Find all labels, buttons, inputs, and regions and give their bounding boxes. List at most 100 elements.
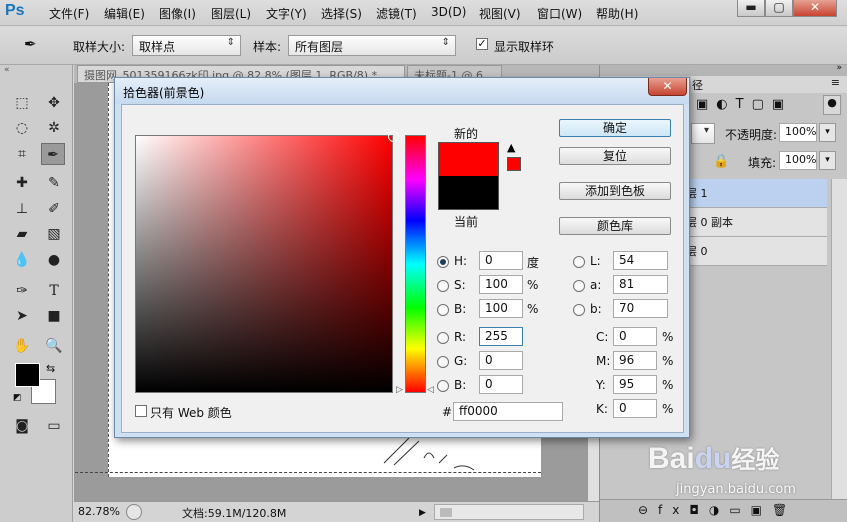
hex-input[interactable]: ff0000 xyxy=(453,402,563,421)
dodge-tool-icon[interactable]: ● xyxy=(42,249,66,271)
b-input[interactable]: 100 xyxy=(479,299,523,318)
current-color-swatch[interactable] xyxy=(438,176,499,210)
lock-icon[interactable]: 🔒 xyxy=(713,154,729,169)
radio-g[interactable] xyxy=(437,356,449,368)
reset-button[interactable]: 复位 xyxy=(559,147,671,165)
menu-edit[interactable]: 编辑(E) xyxy=(104,5,145,22)
clone-stamp-tool-icon[interactable]: ⊥ xyxy=(10,198,34,220)
menu-view[interactable]: 视图(V) xyxy=(479,5,521,22)
g-input[interactable]: 0 xyxy=(479,351,523,370)
menu-help[interactable]: 帮助(H) xyxy=(596,5,638,22)
magic-wand-tool-icon[interactable]: ✲ xyxy=(42,117,66,139)
history-brush-tool-icon[interactable]: ✐ xyxy=(42,198,66,220)
eyedropper-icon[interactable]: ✒ xyxy=(24,35,44,55)
sample-select[interactable]: 所有图层 ⇕ xyxy=(288,35,456,56)
color-field[interactable] xyxy=(135,131,399,393)
color-libraries-button[interactable]: 颜色库 xyxy=(559,217,671,235)
add-to-swatches-button[interactable]: 添加到色板 xyxy=(559,182,671,200)
menu-file[interactable]: 文件(F) xyxy=(49,5,89,22)
y-input[interactable]: 95 xyxy=(613,375,657,394)
path-selection-tool-icon[interactable]: ➤ xyxy=(10,305,34,327)
m-input[interactable]: 96 xyxy=(613,351,657,370)
radio-lab-b[interactable] xyxy=(573,304,585,316)
k-input[interactable]: 0 xyxy=(613,399,657,418)
radio-s[interactable] xyxy=(437,280,449,292)
radio-a[interactable] xyxy=(573,280,585,292)
scroll-thumb[interactable] xyxy=(440,508,452,517)
radio-blue[interactable] xyxy=(437,380,449,392)
blur-tool-icon[interactable]: 💧 xyxy=(10,249,34,271)
menu-filter[interactable]: 滤镜(T) xyxy=(376,5,417,22)
paths-tab[interactable]: 径 ≡ xyxy=(691,76,847,93)
layer-actions[interactable]: ⊖fx◘◑▭▣🗑 xyxy=(600,499,847,522)
maximize-button[interactable]: ▢ xyxy=(765,0,793,17)
status-icon[interactable] xyxy=(126,504,142,520)
zoom-tool-icon[interactable]: 🔍 xyxy=(42,335,66,357)
hand-tool-icon[interactable]: ✋ xyxy=(10,335,34,357)
a-input[interactable]: 81 xyxy=(613,275,668,294)
hue-slider[interactable] xyxy=(405,135,426,393)
panel-collapse-icon[interactable]: « xyxy=(4,65,10,75)
close-button[interactable]: ✕ xyxy=(793,0,837,17)
menu-type[interactable]: 文字(Y) xyxy=(266,5,307,22)
l-input[interactable]: 54 xyxy=(613,251,668,270)
radio-b[interactable] xyxy=(437,304,449,316)
hue-slider-left-arrow-icon[interactable]: ▷ xyxy=(396,385,403,395)
default-colors-icon[interactable]: ◩ xyxy=(13,393,22,403)
quick-mask-icon[interactable]: ◙ xyxy=(10,415,34,437)
menu-layer[interactable]: 图层(L) xyxy=(211,5,251,22)
type-tool-icon[interactable]: T xyxy=(42,280,66,302)
fill-input[interactable]: 100% xyxy=(779,151,817,170)
swap-colors-icon[interactable]: ⇆ xyxy=(46,362,55,375)
radio-r[interactable] xyxy=(437,332,449,344)
color-field-cursor[interactable] xyxy=(388,131,399,142)
rectangle-tool-icon[interactable]: ■ xyxy=(42,305,66,327)
minimize-button[interactable]: ▬ xyxy=(737,0,765,17)
menu-window[interactable]: 窗口(W) xyxy=(537,5,582,22)
foreground-color-swatch[interactable] xyxy=(15,363,40,387)
opacity-input[interactable]: 100% xyxy=(779,123,817,142)
blue-input[interactable]: 0 xyxy=(479,375,523,394)
menu-3d[interactable]: 3D(D) xyxy=(431,5,466,19)
radio-h[interactable] xyxy=(437,256,449,268)
healing-brush-tool-icon[interactable]: ✚ xyxy=(10,172,34,194)
blend-mode-select[interactable]: ▾ xyxy=(691,123,715,144)
filter-toggle-icon[interactable]: ● xyxy=(823,95,841,115)
lab-b-input[interactable]: 70 xyxy=(613,299,668,318)
ok-button[interactable]: 确定 xyxy=(559,119,671,137)
c-input[interactable]: 0 xyxy=(613,327,657,346)
h-input[interactable]: 0 xyxy=(479,251,523,270)
panel-menu-icon[interactable]: ≡ xyxy=(831,76,840,89)
crop-tool-icon[interactable]: ⌗ xyxy=(10,143,34,165)
layer-row[interactable]: 层 1 xyxy=(682,179,827,208)
lasso-tool-icon[interactable]: ◌ xyxy=(10,117,34,139)
pen-tool-icon[interactable]: ✑ xyxy=(10,280,34,302)
layer-filter-icons[interactable]: ▣◐T▢▣ xyxy=(696,97,792,112)
status-menu-arrow-icon[interactable]: ▶ xyxy=(419,508,426,518)
layers-scrollbar[interactable] xyxy=(831,179,847,499)
layer-row[interactable]: 层 0 xyxy=(682,237,827,266)
chevron-down-icon[interactable]: ▾ xyxy=(819,123,836,142)
panel-expand-icon[interactable]: » xyxy=(836,63,842,73)
dialog-close-button[interactable]: ✕ xyxy=(648,78,687,96)
show-ring-checkbox[interactable]: ✓ xyxy=(476,38,488,50)
move-tool-icon[interactable]: ✥ xyxy=(42,92,66,114)
marquee-tool-icon[interactable]: ⬚ xyxy=(10,92,34,114)
r-input[interactable]: 255 xyxy=(479,327,523,346)
menu-image[interactable]: 图像(I) xyxy=(159,5,196,22)
radio-l[interactable] xyxy=(573,256,585,268)
gamut-warning-swatch[interactable] xyxy=(507,157,521,171)
gamut-warning-icon[interactable]: ▲ xyxy=(507,141,515,154)
chevron-down-icon[interactable]: ▾ xyxy=(819,151,836,170)
hue-slider-right-arrow-icon[interactable]: ◁ xyxy=(427,385,434,395)
eraser-tool-icon[interactable]: ▰ xyxy=(10,223,34,245)
gradient-tool-icon[interactable]: ▧ xyxy=(42,223,66,245)
sample-size-select[interactable]: 取样点 ⇕ xyxy=(132,35,241,56)
s-input[interactable]: 100 xyxy=(479,275,523,294)
zoom-level[interactable]: 82.78% xyxy=(78,505,120,518)
screen-mode-icon[interactable]: ▭ xyxy=(42,415,66,437)
menu-select[interactable]: 选择(S) xyxy=(321,5,362,22)
brush-tool-icon[interactable]: ✎ xyxy=(42,172,66,194)
layer-row[interactable]: 层 0 副本 xyxy=(682,208,827,237)
web-only-checkbox[interactable] xyxy=(135,405,147,417)
